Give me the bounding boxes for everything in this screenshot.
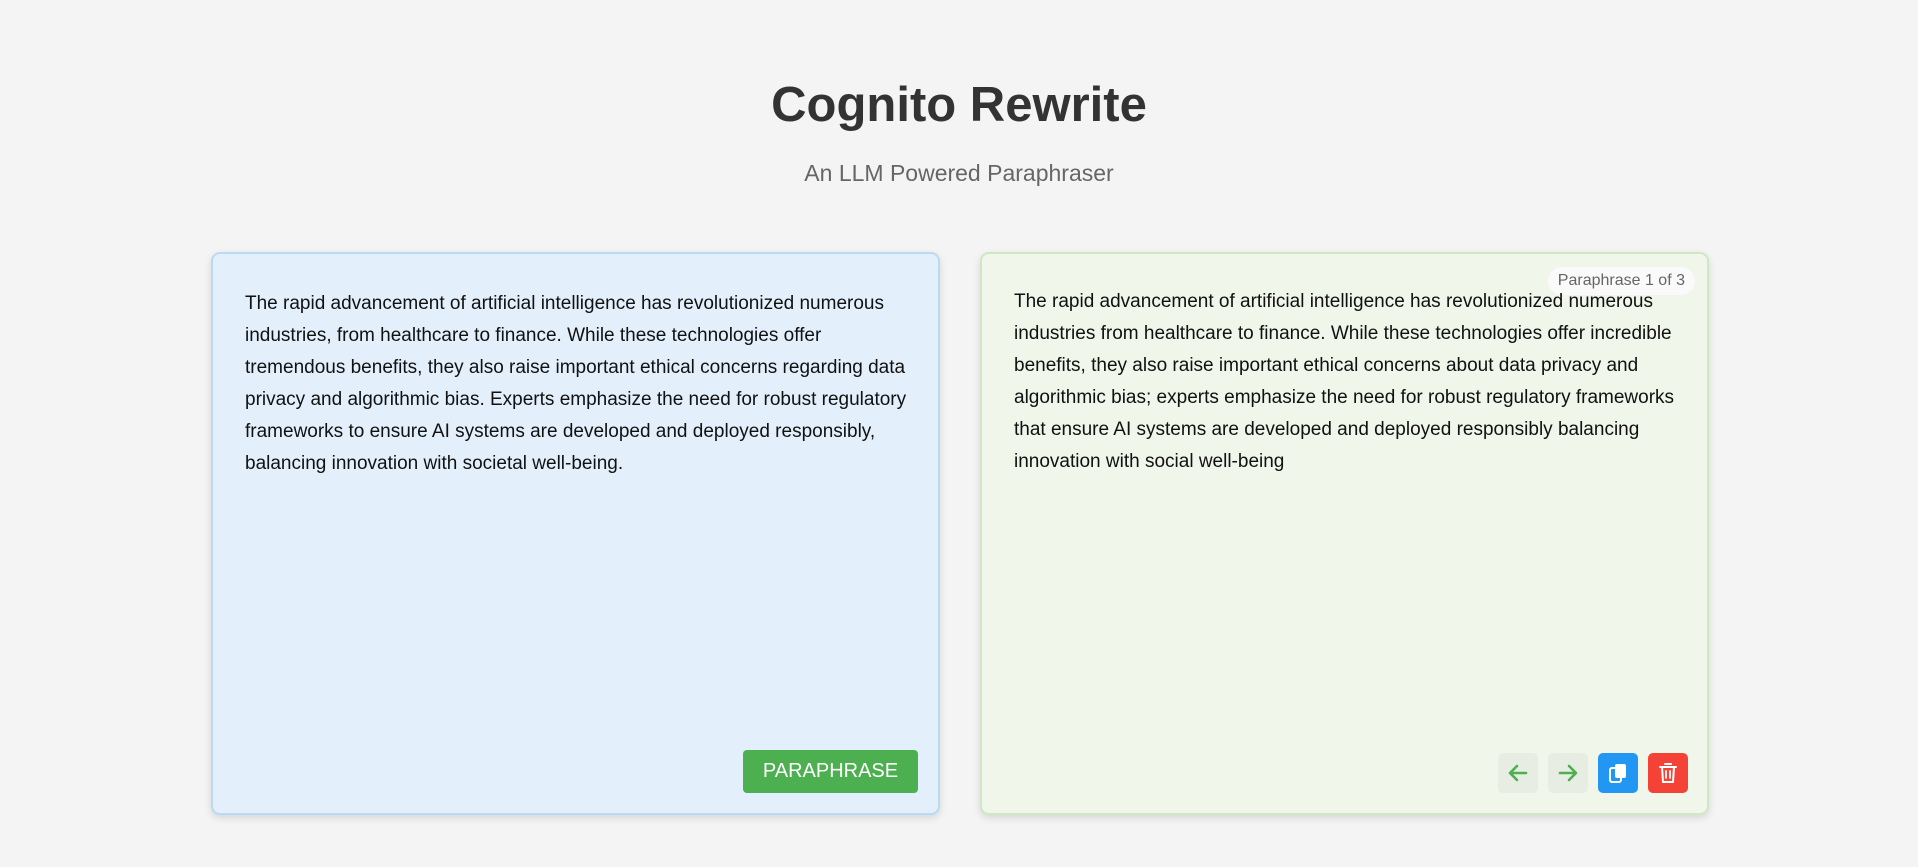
copy-button[interactable] bbox=[1598, 753, 1638, 793]
app-subtitle: An LLM Powered Paraphraser bbox=[804, 160, 1114, 186]
copy-icon bbox=[1608, 762, 1628, 784]
trash-icon bbox=[1659, 762, 1677, 784]
output-panel: Paraphrase 1 of 3 The rapid advancement … bbox=[980, 252, 1709, 815]
input-text-area[interactable]: The rapid advancement of artificial inte… bbox=[245, 288, 908, 480]
previous-paraphrase-button[interactable] bbox=[1498, 753, 1538, 793]
output-action-bar bbox=[1498, 753, 1688, 793]
arrow-left-icon bbox=[1508, 764, 1528, 782]
paraphrase-button[interactable]: PARAPHRASE bbox=[743, 750, 918, 793]
output-text: The rapid advancement of artificial inte… bbox=[1014, 291, 1675, 472]
next-paraphrase-button[interactable] bbox=[1548, 753, 1588, 793]
delete-button[interactable] bbox=[1648, 753, 1688, 793]
arrow-right-icon bbox=[1558, 764, 1578, 782]
input-panel[interactable]: The rapid advancement of artificial inte… bbox=[211, 252, 940, 815]
app-title: Cognito Rewrite bbox=[771, 78, 1147, 132]
